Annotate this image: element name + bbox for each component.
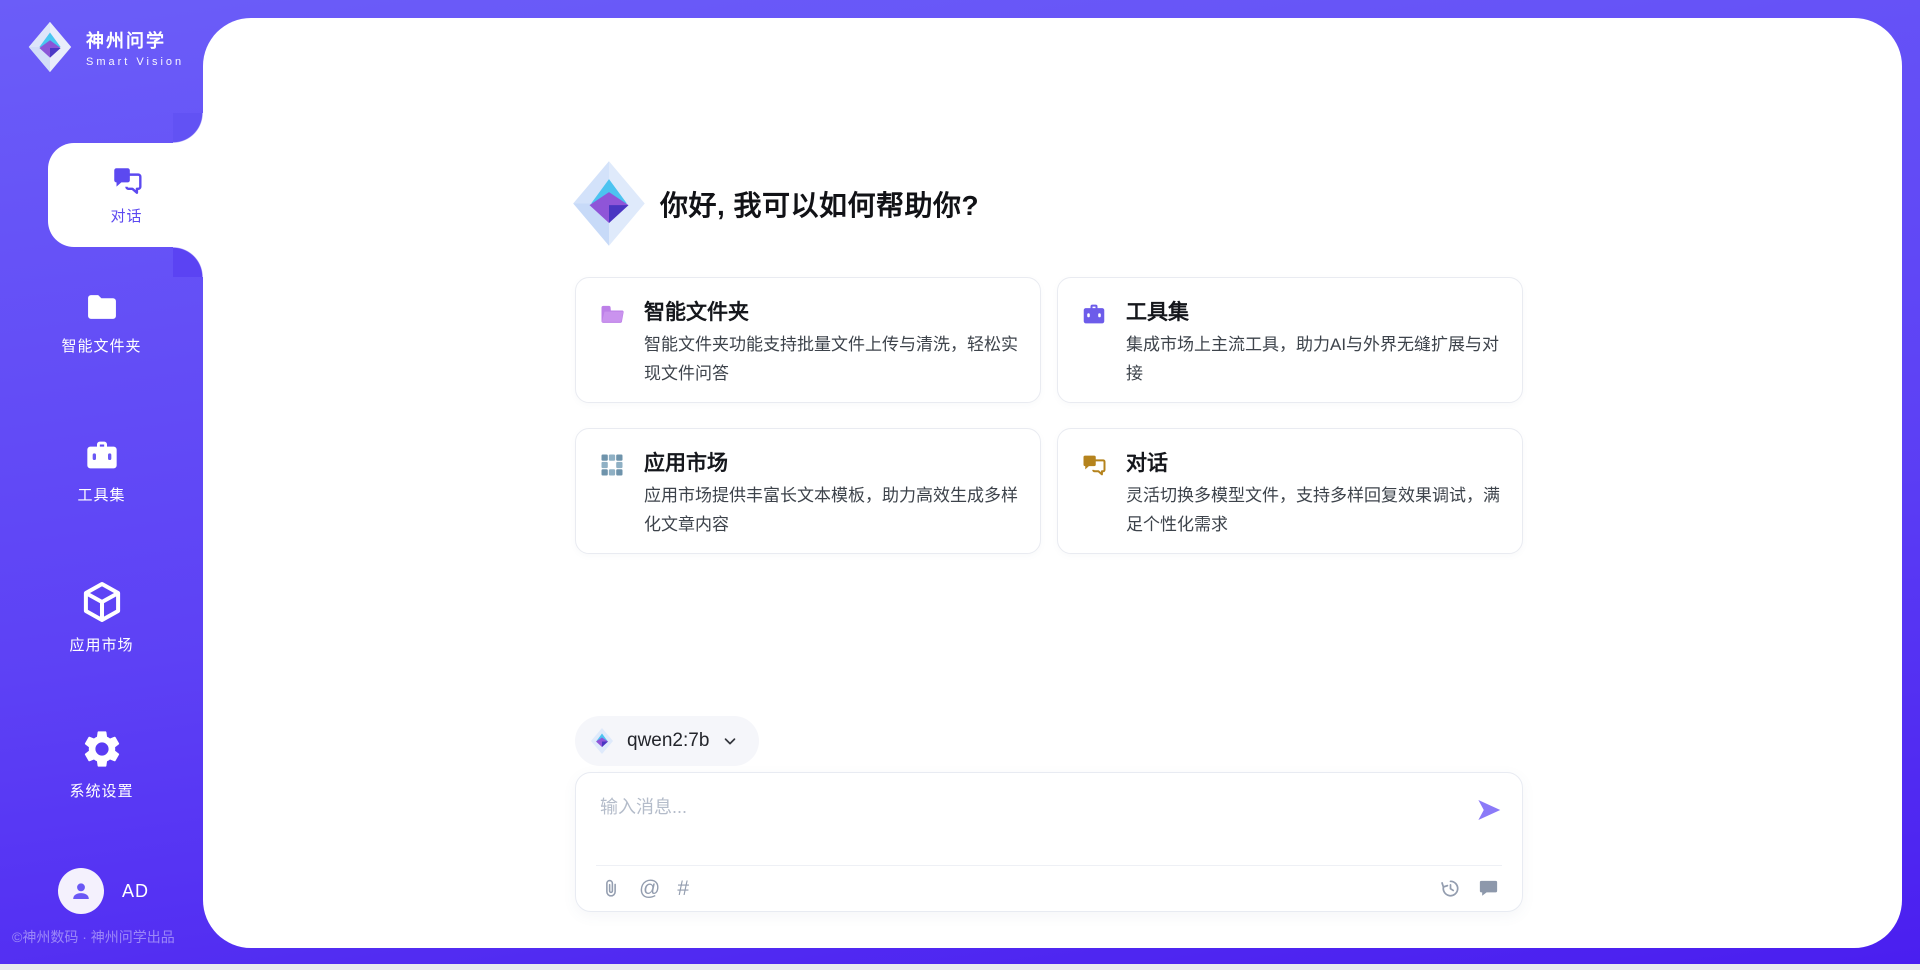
user-account[interactable]: AD <box>58 868 149 914</box>
tab-fillet-top <box>173 113 203 143</box>
app-root: 神州问学 Smart Vision 对话 智能文件夹 <box>0 0 1920 970</box>
horizontal-scrollbar[interactable] <box>0 964 1920 970</box>
sidebar-item-settings[interactable]: 系统设置 <box>0 727 203 801</box>
diamond-logo-icon <box>24 20 76 74</box>
sidebar-item-label: 系统设置 <box>69 780 133 801</box>
history-icon[interactable] <box>1439 877 1462 900</box>
tab-fillet-bottom <box>173 247 203 277</box>
gear-icon <box>80 727 124 771</box>
chevron-down-icon <box>721 732 739 750</box>
avatar <box>58 868 104 914</box>
card-title: 工具集 <box>1126 296 1189 326</box>
brand-subtitle: Smart Vision <box>86 56 184 68</box>
folder-icon <box>81 288 123 326</box>
greeting-title: 你好, 我可以如何帮助你? <box>660 184 979 224</box>
card-title: 智能文件夹 <box>644 296 749 326</box>
card-smart-folders[interactable]: 智能文件夹 智能文件夹功能支持批量文件上传与清洗，轻松实现文件问答 <box>575 277 1041 403</box>
card-description: 集成市场上主流工具，助力AI与外界无缝扩展与对接 <box>1126 330 1502 388</box>
sidebar: 神州问学 Smart Vision 对话 智能文件夹 <box>0 0 203 970</box>
composer: @ # <box>575 772 1523 912</box>
chat-bubbles-icon <box>1080 451 1108 479</box>
card-chat[interactable]: 对话 灵活切换多模型文件，支持多样回复效果调试，满足个性化需求 <box>1057 428 1523 554</box>
sidebar-item-label: 智能文件夹 <box>61 335 141 356</box>
card-toolset[interactable]: 工具集 集成市场上主流工具，助力AI与外界无缝扩展与对接 <box>1057 277 1523 403</box>
card-title: 应用市场 <box>644 447 728 477</box>
toolbox-icon <box>1080 300 1108 328</box>
cube-icon <box>79 579 125 625</box>
card-description: 智能文件夹功能支持批量文件上传与清洗，轻松实现文件问答 <box>644 330 1020 388</box>
card-description: 应用市场提供丰富长文本模板，助力高效生成多样化文章内容 <box>644 481 1020 539</box>
copyright-text: ©神州数码 · 神州问学出品 <box>12 927 175 947</box>
diamond-logo-icon <box>570 158 648 249</box>
card-description: 灵活切换多模型文件，支持多样回复效果调试，满足个性化需求 <box>1126 481 1502 539</box>
composer-divider <box>596 865 1502 866</box>
hashtag-icon[interactable]: # <box>677 877 689 901</box>
sidebar-item-folders[interactable]: 智能文件夹 <box>0 288 203 356</box>
sidebar-item-market[interactable]: 应用市场 <box>0 579 203 655</box>
model-name: qwen2:7b <box>627 730 709 752</box>
message-input[interactable] <box>600 793 1460 841</box>
model-selector[interactable]: qwen2:7b <box>575 716 759 766</box>
brand-name: 神州问学 <box>86 27 184 53</box>
user-initials: AD <box>122 881 149 902</box>
brand: 神州问学 Smart Vision <box>24 20 184 74</box>
feedback-icon[interactable] <box>1477 877 1500 900</box>
toolbox-icon <box>80 435 124 475</box>
sidebar-item-chat[interactable]: 对话 <box>48 143 205 247</box>
sidebar-item-label: 工具集 <box>77 484 125 505</box>
attachment-icon[interactable] <box>600 877 622 901</box>
main-panel: 你好, 我可以如何帮助你? 智能文件夹 智能文件夹功能支持批量文件上传与清洗，轻… <box>203 18 1902 948</box>
sidebar-item-label: 应用市场 <box>69 634 133 655</box>
card-title: 对话 <box>1126 447 1168 477</box>
composer-tools: @ # <box>600 877 689 901</box>
send-icon[interactable] <box>1474 795 1504 825</box>
mention-icon[interactable]: @ <box>639 877 660 901</box>
sidebar-item-label: 对话 <box>110 205 142 226</box>
chat-bubbles-icon <box>109 164 145 198</box>
folder-open-icon <box>598 300 626 328</box>
sidebar-item-tools[interactable]: 工具集 <box>0 435 203 505</box>
apps-grid-icon <box>598 451 626 479</box>
feature-cards: 智能文件夹 智能文件夹功能支持批量文件上传与清洗，轻松实现文件问答 工具集 集成… <box>575 277 1523 554</box>
card-app-market[interactable]: 应用市场 应用市场提供丰富长文本模板，助力高效生成多样化文章内容 <box>575 428 1041 554</box>
greeting: 你好, 我可以如何帮助你? <box>570 158 979 249</box>
diamond-logo-icon <box>589 727 615 755</box>
composer-actions <box>1439 877 1500 900</box>
